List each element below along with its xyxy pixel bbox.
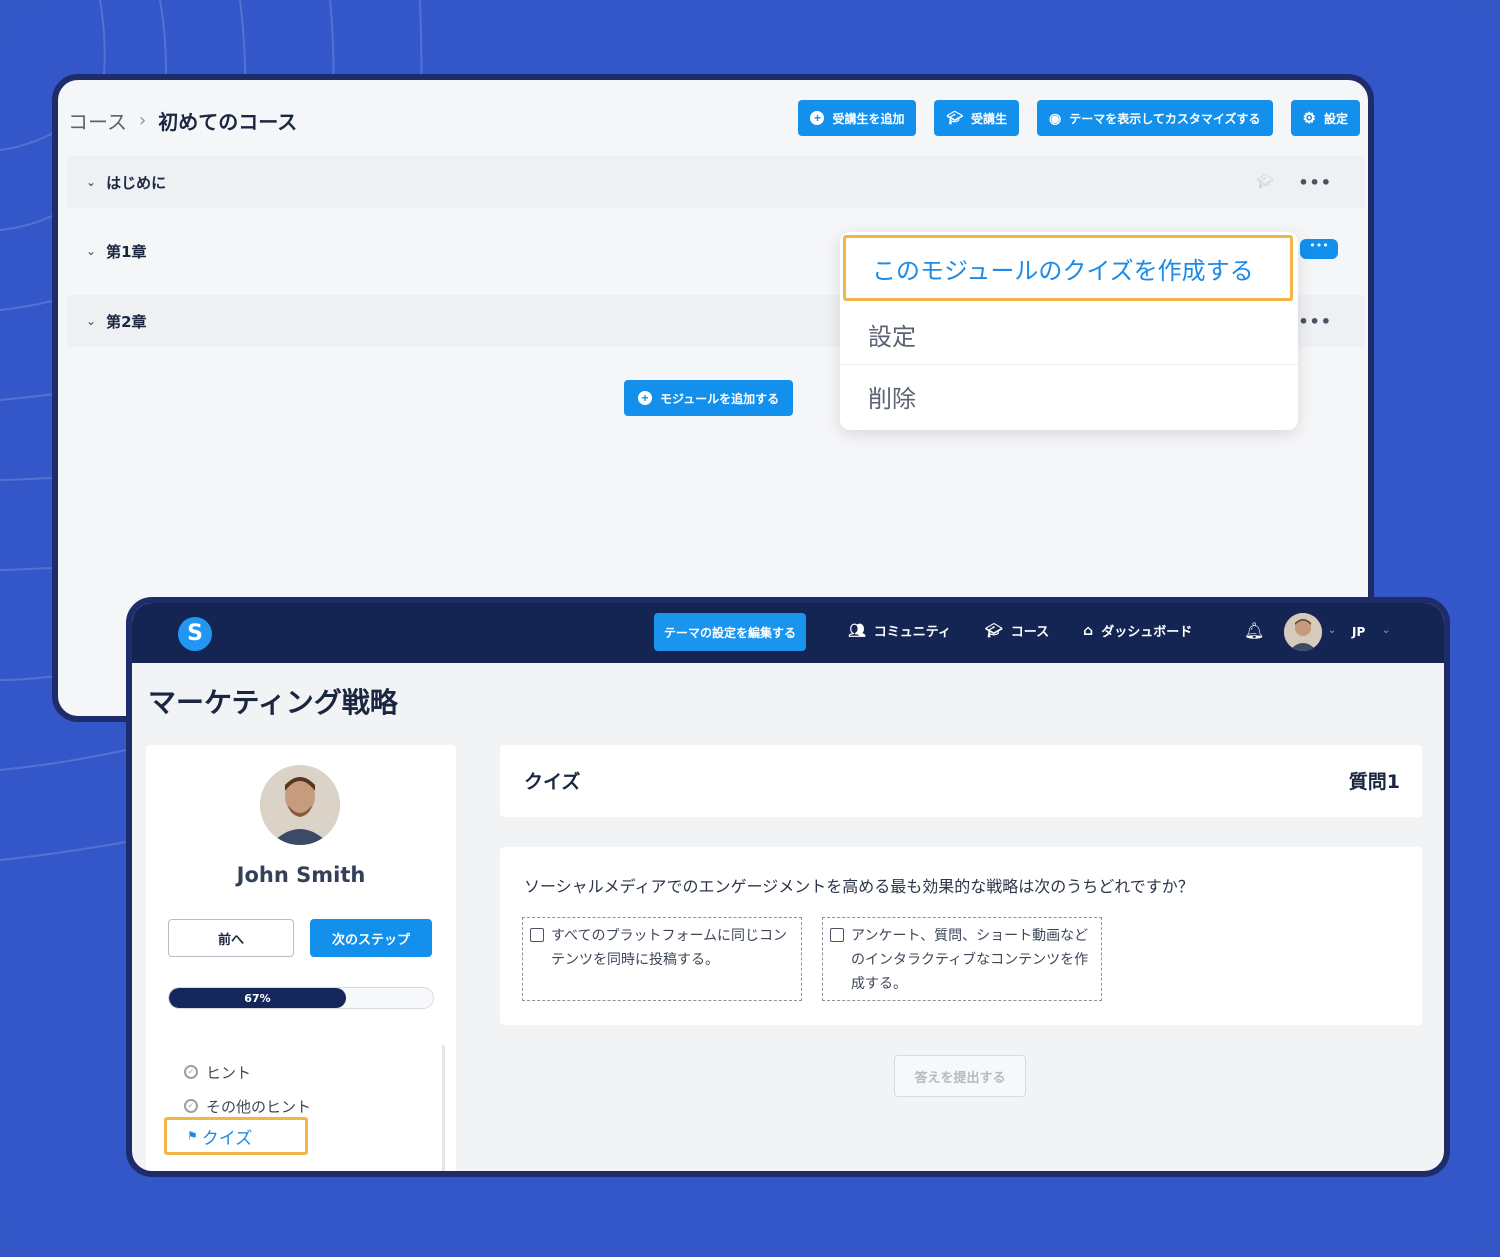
create-quiz-label: このモジュールのクイズを作成する [872,256,1254,285]
editor-toolbar: + 受講生を追加 🎓︎ 受講生 ◉ テーマを表示してカスタマイズする ⚙ 設定 [798,100,1360,136]
home-icon: ⌂ [1083,622,1094,639]
chevron-down-icon[interactable]: ⌄ [86,244,96,258]
bell-icon[interactable]: 🔔︎ [1244,621,1264,640]
nav-dashboard[interactable]: ⌂ ダッシュボード [1083,621,1193,641]
submit-answer-button[interactable]: 答えを提出する [894,1055,1026,1097]
settings-label: 設定 [1323,111,1348,126]
delete-menu-item[interactable]: 削除 [840,370,1298,422]
user-name: John Smith [236,863,366,887]
nav-links: 👥︎ コミュニティ 🎓︎ コース ⌂ ダッシュボード [848,621,1193,641]
question-card: ソーシャルメディアでのエンゲージメントを高める最も効果的な戦略は次のうちどれです… [500,847,1422,1025]
graduation-cap-icon: 🎓︎ [946,110,963,125]
user-avatar[interactable] [1284,613,1322,651]
top-navigation: S テーマの設定を編集する 👥︎ コミュニティ 🎓︎ コース ⌂ ダッシュボード… [132,603,1444,663]
flag-icon: ⚑ [187,1129,198,1143]
plus-icon: + [810,111,825,125]
quiz-title: クイズ [524,771,581,793]
add-student-button[interactable]: + 受講生を追加 [798,100,917,136]
answer-option-label: アンケート、質問、ショート動画などのインタラクティブなコンテンツを作成する。 [851,928,1089,992]
question-text: ソーシャルメディアでのエンゲージメントを高める最も効果的な戦略は次のうちどれです… [524,877,1194,896]
add-student-label: 受講生を追加 [832,111,905,126]
customize-theme-label: テーマを表示してカスタマイズする [1069,111,1261,126]
lesson-list: ✓ ヒント ✓ その他のヒント [184,1055,311,1123]
more-options-button[interactable]: ••• [1298,312,1332,331]
graduation-cap-icon: 🎓︎ [1256,174,1274,190]
students-button[interactable]: 🎓︎ 受講生 [934,100,1020,136]
answer-option-label: すべてのプラットフォームに同じコンテンツを同時に投稿する。 [551,928,788,968]
community-icon: 👥︎ [848,622,866,639]
plus-icon: + [638,391,652,405]
answer-option-1[interactable]: すべてのプラットフォームに同じコンテンツを同時に投稿する。 [522,917,802,1001]
quiz-header: クイズ 質問1 [500,745,1422,817]
settings-menu-label: 設定 [868,322,916,351]
checkbox[interactable] [830,928,844,942]
chevron-down-icon[interactable]: ⌄ [1328,625,1336,636]
delete-menu-label: 削除 [868,384,916,413]
nav-dashboard-label: ダッシュボード [1101,625,1193,640]
chevron-down-icon[interactable]: ⌄ [86,175,96,189]
menu-divider [840,364,1298,365]
breadcrumb: コース › 初めてのコース [68,106,297,135]
app-logo[interactable]: S [178,617,212,651]
add-module-label: モジュールを追加する [660,391,780,406]
question-number: 質問1 [1348,771,1400,793]
gear-icon: ⚙ [1302,110,1316,127]
more-options-button[interactable]: ••• [1298,173,1332,192]
nav-courses-label: コース [1010,625,1050,640]
edit-theme-button[interactable]: テーマの設定を編集する [654,613,807,651]
progress-fill: 67% [169,988,346,1008]
lesson-label: クイズ [201,1128,253,1149]
course-sidebar: John Smith 前へ 次のステップ 67% ✓ ヒント ✓ その他のヒント… [146,745,456,1171]
create-quiz-menu-item[interactable]: このモジュールのクイズを作成する [843,235,1293,301]
module-label: 第1章 [106,242,147,261]
checkbox[interactable] [530,928,544,942]
breadcrumb-root[interactable]: コース [68,106,127,135]
next-step-button[interactable]: 次のステップ [310,919,432,957]
settings-button[interactable]: ⚙ 設定 [1290,100,1360,136]
lesson-label: ヒント [206,1063,252,1082]
check-circle-icon: ✓ [184,1099,198,1113]
answer-option-2[interactable]: アンケート、質問、ショート動画などのインタラクティブなコンテンツを作成する。 [822,917,1102,1001]
check-circle-icon: ✓ [184,1065,198,1079]
lesson-item-quiz-active[interactable]: ⚑ クイズ [164,1117,308,1155]
avatar-image [1284,613,1322,651]
module-row-intro[interactable]: ⌄ はじめに 🎓︎ ••• [66,156,1366,208]
module-context-menu: このモジュールのクイズを作成する 設定 削除 [840,232,1298,430]
previous-button[interactable]: 前へ [168,919,294,957]
lesson-item-hint[interactable]: ✓ ヒント [184,1055,311,1089]
nav-community-label: コミュニティ [873,625,952,640]
nav-community[interactable]: 👥︎ コミュニティ [848,621,952,641]
more-options-button-active[interactable]: ••• [1300,239,1338,259]
user-avatar-large [260,765,340,845]
avatar-image [260,765,340,845]
page-title: マーケティング戦略 [148,686,398,719]
settings-menu-item[interactable]: 設定 [840,308,1298,360]
student-view-window: S テーマの設定を編集する 👥︎ コミュニティ 🎓︎ コース ⌂ ダッシュボード… [126,597,1450,1177]
eye-icon: ◉ [1049,109,1062,126]
graduation-cap-icon: 🎓︎ [985,622,1003,639]
module-label: はじめに [106,173,167,192]
add-module-button[interactable]: + モジュールを追加する [624,380,794,416]
lesson-scrollbar[interactable] [442,1045,445,1171]
module-label: 第2章 [106,312,147,331]
course-progress-bar: 67% [168,987,434,1009]
customize-theme-button[interactable]: ◉ テーマを表示してカスタマイズする [1037,100,1273,136]
breadcrumb-current: 初めてのコース [158,110,298,134]
breadcrumb-separator: › [139,110,147,131]
chevron-down-icon[interactable]: ⌄ [1382,625,1390,636]
language-selector[interactable]: JP [1352,625,1365,639]
lesson-label: その他のヒント [206,1097,312,1116]
nav-courses[interactable]: 🎓︎ コース [985,621,1050,641]
students-label: 受講生 [971,111,1008,126]
chevron-down-icon[interactable]: ⌄ [86,314,96,328]
